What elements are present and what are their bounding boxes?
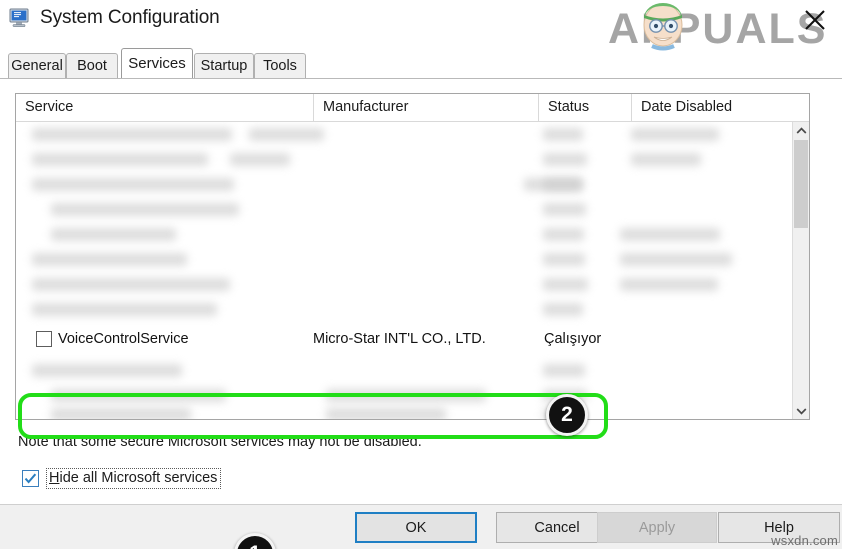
table-row[interactable] <box>32 253 187 266</box>
table-row[interactable] <box>543 364 585 377</box>
checkmark-icon[interactable] <box>22 469 39 487</box>
table-row[interactable] <box>543 228 584 241</box>
apply-button: Apply <box>597 512 717 543</box>
service-row-checkbox[interactable] <box>36 331 52 347</box>
dialog-footer: OK Cancel Apply Help wsxdn.com <box>0 504 842 549</box>
scroll-down-icon[interactable] <box>793 402 809 419</box>
tab-tools[interactable]: Tools <box>254 53 306 78</box>
table-row[interactable] <box>326 408 446 419</box>
tab-strip: General Boot Services Startup Tools <box>0 45 842 78</box>
column-header-service[interactable]: Service <box>16 94 314 121</box>
table-row[interactable] <box>326 389 486 402</box>
services-list-header: Service Manufacturer Status Date Disable… <box>16 94 809 122</box>
service-status: Çalışıyor <box>544 331 602 347</box>
accelerator-h: H <box>49 469 60 486</box>
table-row[interactable] <box>32 128 232 141</box>
service-manufacturer: Micro-Star INT'L CO., LTD. <box>313 331 486 347</box>
annotation-badge-2: 2 <box>546 394 588 436</box>
table-row[interactable] <box>51 203 239 216</box>
service-name: VoiceControlService <box>58 331 189 347</box>
table-row[interactable] <box>543 153 587 166</box>
wsxdn-watermark: wsxdn.com <box>771 533 838 548</box>
table-row[interactable] <box>51 228 176 241</box>
table-row[interactable] <box>51 389 226 402</box>
table-row[interactable] <box>543 203 586 216</box>
table-row[interactable] <box>249 128 324 141</box>
table-row[interactable] <box>620 228 720 241</box>
system-configuration-window: System Configuration APPUALS General Boo… <box>0 0 842 549</box>
table-row[interactable] <box>32 178 234 191</box>
services-rows: VoiceControlService Micro-Star INT'L CO.… <box>16 122 792 419</box>
table-row[interactable] <box>543 178 583 191</box>
table-row[interactable] <box>543 303 583 316</box>
tab-general[interactable]: General <box>8 53 66 78</box>
table-row[interactable] <box>32 153 208 166</box>
hide-all-microsoft-services-checkbox[interactable]: Hide all Microsoft services <box>22 466 222 490</box>
table-row[interactable] <box>543 278 588 291</box>
tab-boot[interactable]: Boot <box>66 53 118 78</box>
table-row[interactable] <box>543 128 583 141</box>
table-row[interactable] <box>620 253 732 266</box>
table-row[interactable] <box>543 253 585 266</box>
table-row[interactable] <box>32 303 217 316</box>
scrollbar-thumb[interactable] <box>794 140 808 228</box>
table-row[interactable] <box>631 153 701 166</box>
services-list[interactable]: Service Manufacturer Status Date Disable… <box>15 93 810 420</box>
window-title: System Configuration <box>40 7 220 28</box>
table-row[interactable] <box>230 153 290 166</box>
tab-startup[interactable]: Startup <box>194 53 254 78</box>
secure-services-note: Note that some secure Microsoft services… <box>18 434 422 450</box>
hide-all-microsoft-services-label: Hide all Microsoft services <box>46 467 222 489</box>
services-list-scrollbar[interactable] <box>792 122 809 419</box>
computer-monitor-icon <box>9 8 31 28</box>
scroll-up-icon[interactable] <box>793 122 809 139</box>
voicecontrolservice-row[interactable]: VoiceControlService Micro-Star INT'L CO.… <box>18 326 602 352</box>
services-tab-panel: Service Manufacturer Status Date Disable… <box>0 78 842 549</box>
table-row[interactable] <box>631 128 719 141</box>
table-row[interactable] <box>32 278 230 291</box>
table-row[interactable] <box>32 364 182 377</box>
title-bar: System Configuration APPUALS <box>0 0 842 53</box>
column-header-status[interactable]: Status <box>539 94 632 121</box>
column-header-date-disabled[interactable]: Date Disabled <box>632 94 794 121</box>
hide-all-microsoft-services-text: ide all Microsoft services <box>59 469 218 486</box>
column-header-manufacturer[interactable]: Manufacturer <box>314 94 539 121</box>
close-icon[interactable] <box>796 4 834 36</box>
ok-button[interactable]: OK <box>355 512 477 543</box>
table-row[interactable] <box>51 408 191 419</box>
table-row[interactable] <box>620 278 718 291</box>
tab-services[interactable]: Services <box>121 48 193 78</box>
